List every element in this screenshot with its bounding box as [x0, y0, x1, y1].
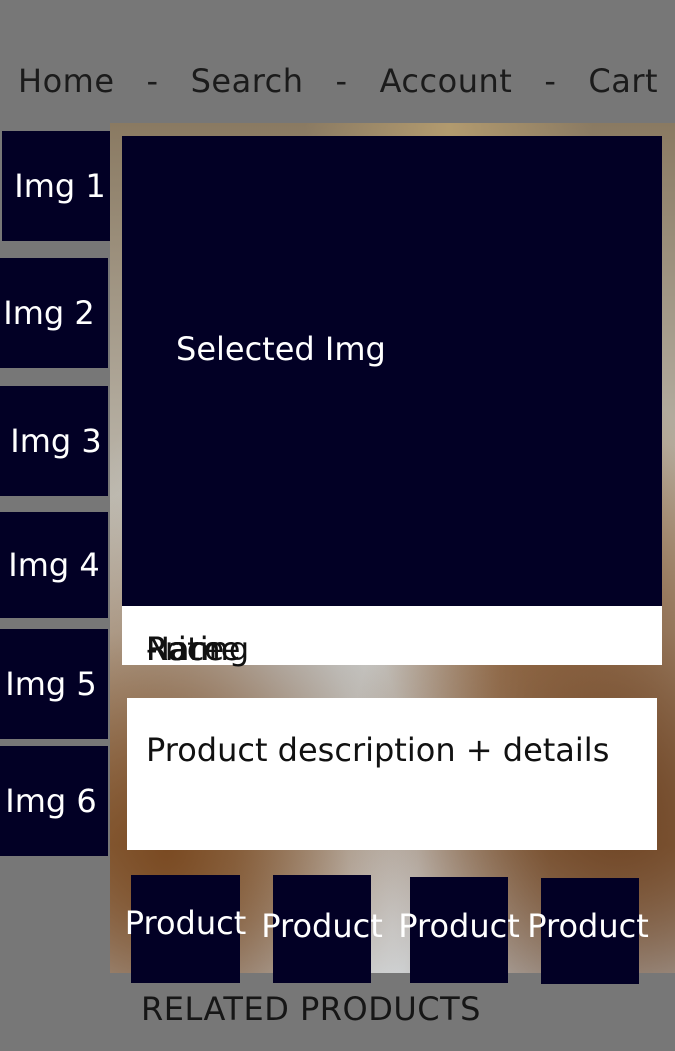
selected-image-label: Selected Img	[176, 330, 386, 368]
nav-account-link[interactable]: Account	[380, 62, 513, 100]
related-products-heading: RELATED PRODUCTS	[141, 990, 481, 1028]
thumbnail-label: Img 4	[8, 546, 100, 584]
related-product-label: Product	[398, 907, 520, 945]
thumbnail-label: Img 2	[3, 294, 95, 332]
nav-search-link[interactable]: Search	[191, 62, 304, 100]
product-description-text: Product description + details	[146, 731, 610, 769]
thumbnail-label: Img 6	[5, 782, 97, 820]
related-product-card[interactable]: Product	[398, 877, 520, 983]
selected-image[interactable]: Selected Img	[122, 136, 662, 606]
product-rating: Rating	[146, 630, 250, 668]
thumbnail-4[interactable]: Img 4	[0, 512, 108, 618]
thumbnail-label: Img 1	[14, 167, 106, 205]
thumbnail-2[interactable]: Img 2	[0, 258, 108, 368]
related-product-card[interactable]: Product	[527, 878, 649, 984]
product-info-text: Name - Price - Rating	[134, 618, 249, 668]
related-product-label: Product	[527, 907, 649, 945]
related-product-card[interactable]: Product	[261, 875, 383, 983]
thumbnail-label: Img 5	[5, 665, 97, 703]
nav-separator: -	[544, 62, 557, 100]
top-nav: Home - Search - Account - Cart	[18, 62, 658, 100]
nav-home-link[interactable]: Home	[18, 62, 115, 100]
related-product-label: Product	[124, 904, 247, 942]
related-product-card[interactable]: Product	[125, 875, 246, 983]
related-product-label: Product	[261, 907, 383, 945]
nav-separator: -	[335, 62, 348, 100]
thumbnail-1[interactable]: Img 1	[2, 131, 110, 241]
nav-separator: -	[146, 62, 159, 100]
thumbnail-6[interactable]: Img 6	[0, 746, 108, 856]
nav-cart-link[interactable]: Cart	[588, 62, 658, 100]
thumbnail-5[interactable]: Img 5	[0, 629, 108, 739]
product-info-bar: Name - Price - Rating	[122, 606, 662, 668]
product-description-panel: Product description + details	[127, 698, 657, 850]
thumbnail-label: Img 3	[10, 422, 102, 460]
thumbnail-3[interactable]: Img 3	[0, 386, 108, 496]
